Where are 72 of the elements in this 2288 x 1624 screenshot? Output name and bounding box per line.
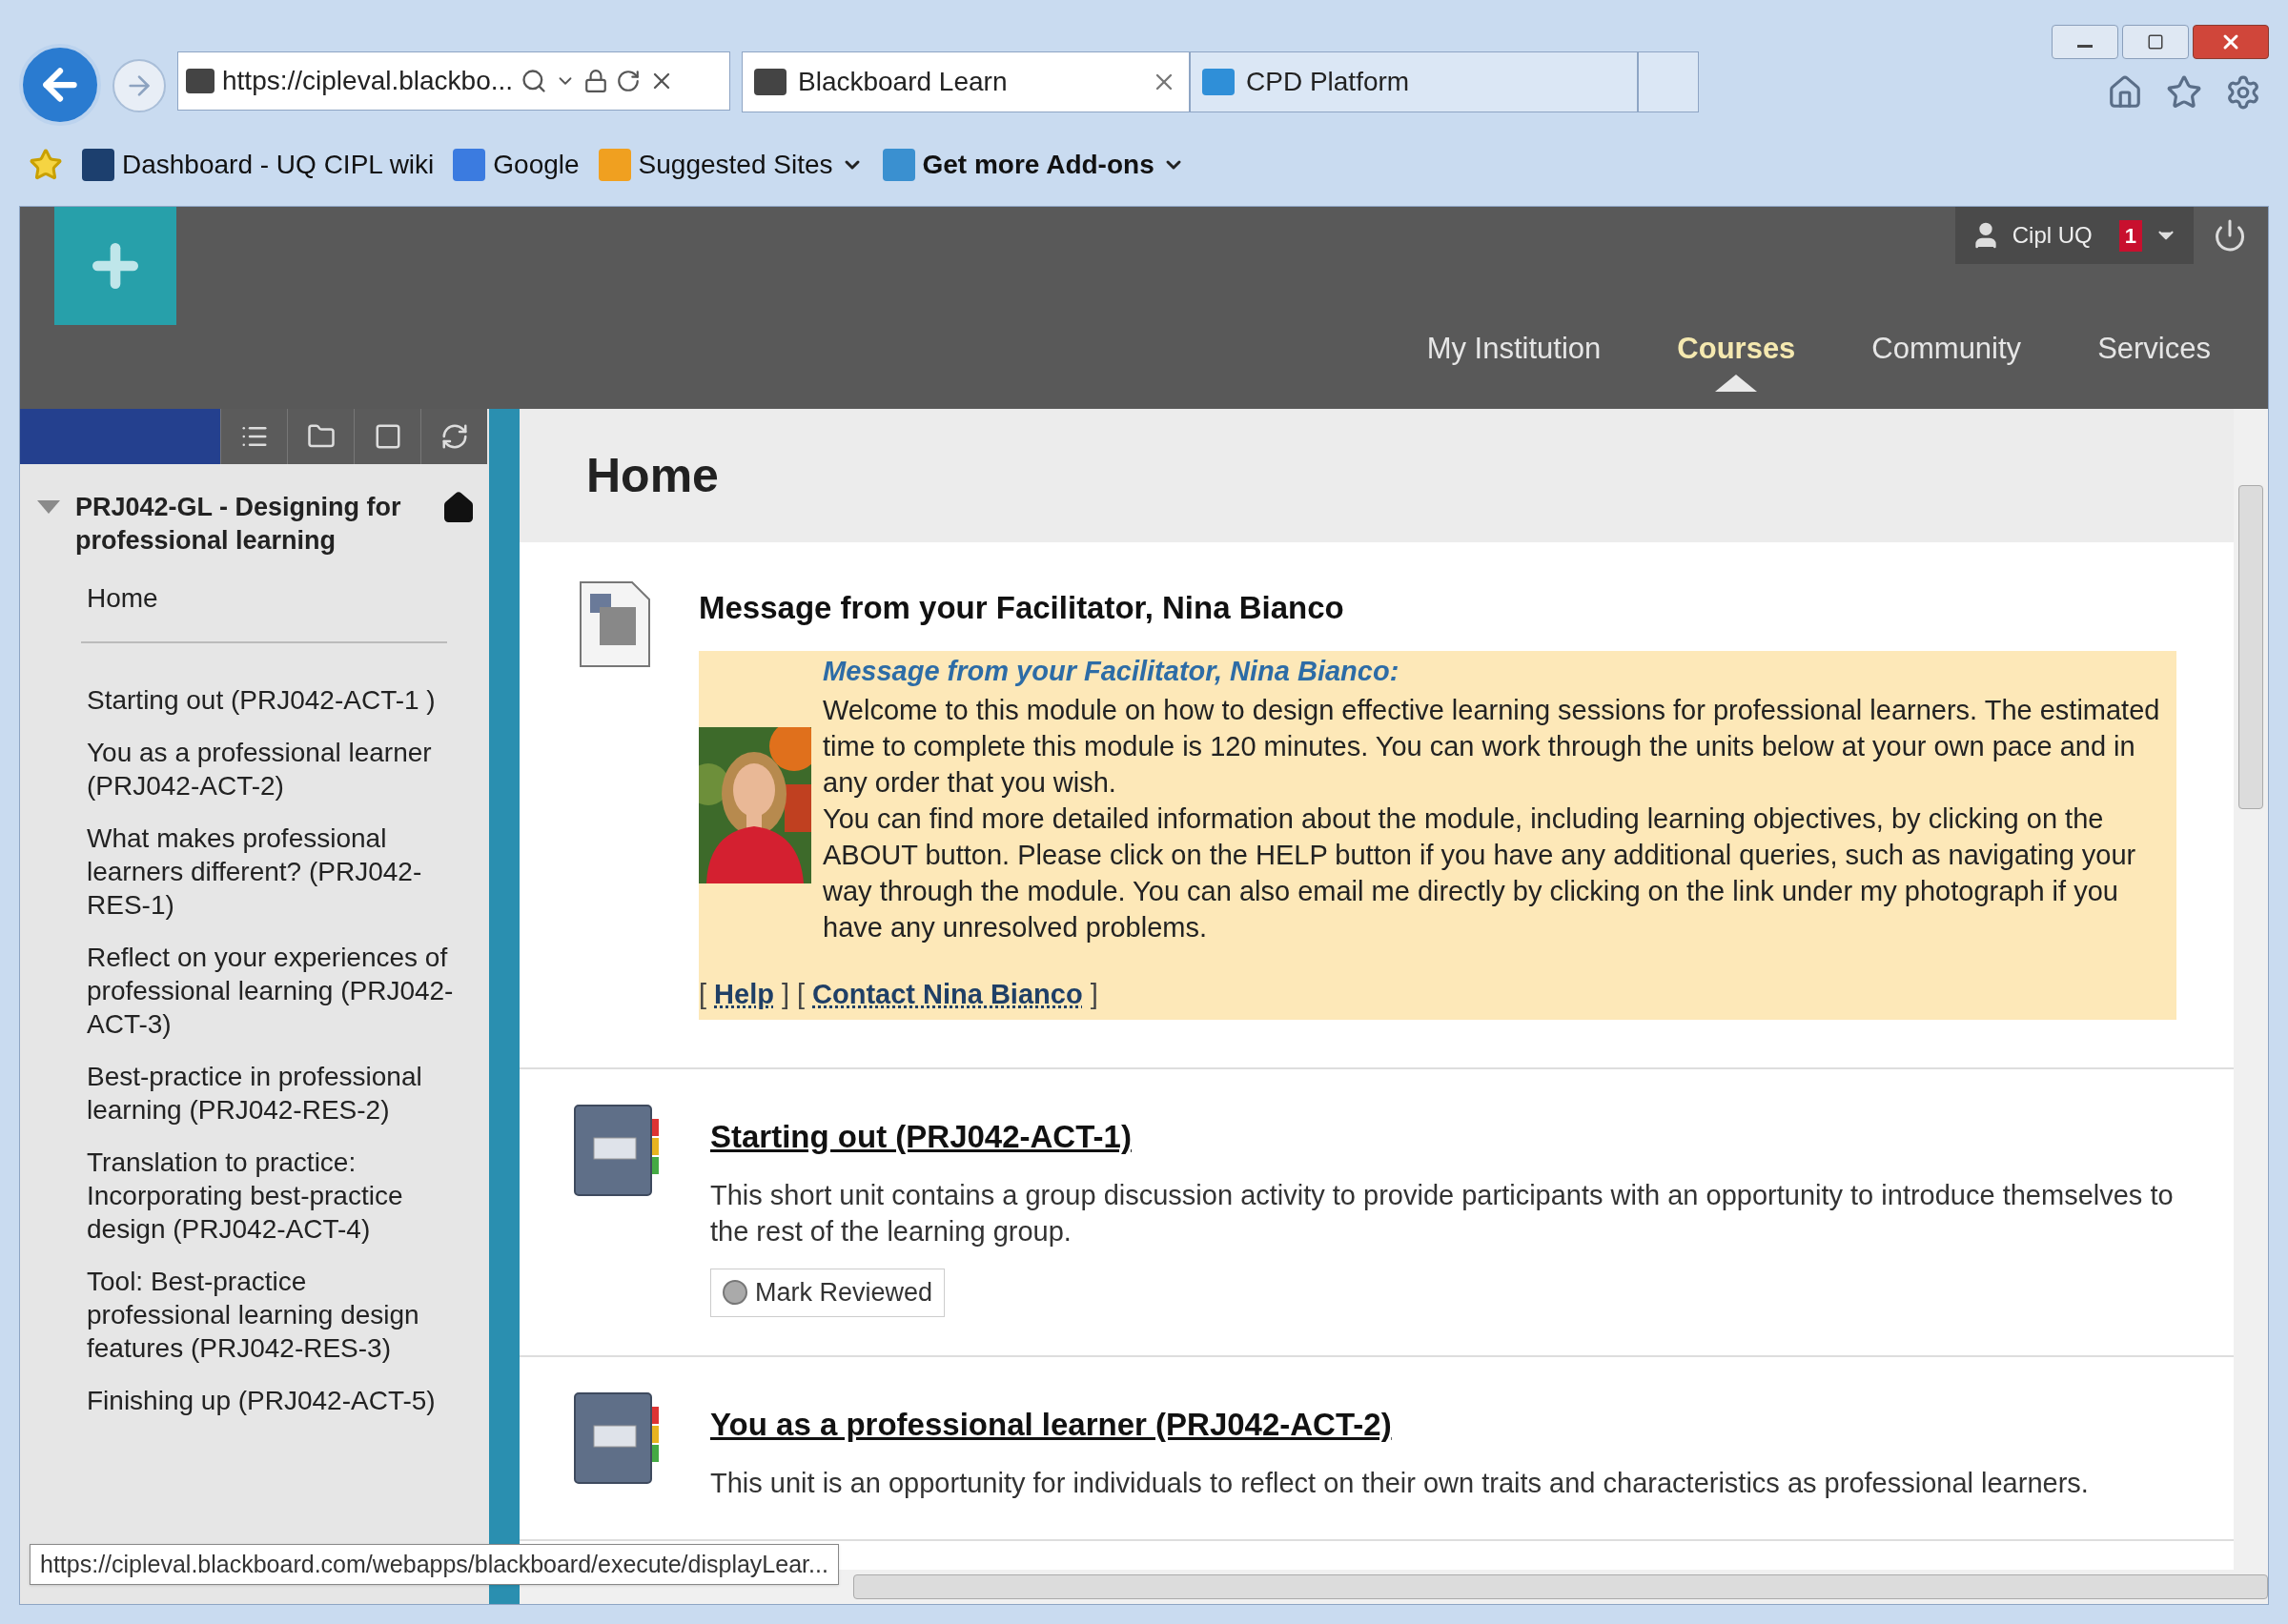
notification-count: 1 — [2118, 219, 2142, 252]
menu-link[interactable]: Home — [87, 579, 158, 619]
scrollbar-thumb[interactable] — [2238, 485, 2263, 809]
minimize-icon — [2077, 44, 2093, 48]
unit-description: This unit is an opportunity for individuals to reflect on their own traits and characteristics as professional learners. — [710, 1467, 2090, 1500]
address-bar[interactable]: https://cipleval.blackbo... — [177, 51, 730, 111]
menu-toolbar-button[interactable] — [420, 409, 487, 464]
menu-link[interactable]: Reflect on your experiences of professional learning (PRJ042-ACT-3) — [87, 941, 454, 1041]
tab-title: CPD Platform — [1246, 66, 1411, 98]
unit-link[interactable]: You as a professional learner (PRJ042-ACT-2) — [710, 1400, 1392, 1448]
vertical-scrollbar[interactable] — [2234, 409, 2268, 1570]
nav-tab[interactable]: My Institution — [1426, 327, 1602, 372]
selected-pointer — [1715, 375, 1758, 392]
status-url-tooltip: https://cipleval.blackboard.com/webapps/blackboard/execute/displayLear... — [30, 1543, 839, 1585]
page-title: Home — [586, 447, 719, 504]
favorites-link[interactable]: Dashboard - UQ CIPL wiki — [82, 145, 435, 185]
browser-tab[interactable]: CPD Platform — [1190, 51, 1638, 112]
unit-description: This short unit contains a group discussion activity to provide participants with an opportunity to introduce themselves to the rest of the learning group. — [710, 1179, 2175, 1248]
menu-link[interactable]: Translation to practice: Incorporating best-practice design (PRJ042-ACT-4) — [87, 1146, 454, 1246]
favorites-link[interactable]: Google — [453, 145, 580, 185]
menu-link[interactable]: Tool: Best-practice professional learning design features (PRJ042-RES-3) — [87, 1265, 454, 1365]
course-title[interactable]: PRJ042-GL - Designing for professional learning — [75, 491, 426, 558]
menu-link[interactable]: Starting out (PRJ042-ACT-1 ) — [87, 683, 454, 717]
scrollbar-thumb[interactable] — [853, 1574, 2268, 1599]
address-text: https://cipleval.blackbo... — [222, 65, 514, 97]
message-heading: Message from your Facilitator, Nina Bianco: — [823, 654, 1400, 688]
message-paragraph: Welcome to this module on how to design effective learning sessions for professional learners. The estimated time to complete this module is 120 minutes. You can work through the units below at your own pace and in any order that you wish. — [823, 694, 2161, 800]
collapse-arrow-icon[interactable] — [37, 500, 60, 514]
favorites-link[interactable]: Suggested Sites — [598, 145, 864, 185]
bookmark-icon — [82, 149, 114, 181]
maximize-icon — [2147, 33, 2164, 51]
browser-tab[interactable]: Blackboard Learn — [742, 51, 1190, 112]
home-icon[interactable] — [441, 491, 476, 525]
search-icon[interactable] — [521, 68, 548, 94]
favorites-link[interactable]: Get more Add-ons — [882, 145, 1185, 185]
tab-icon — [754, 69, 786, 95]
tab-title: Blackboard Learn — [798, 66, 1009, 98]
menu-link[interactable]: Best-practice in professional learning (PRJ042-RES-2) — [87, 1060, 454, 1127]
menu-link[interactable]: Finishing up (PRJ042-ACT-5) — [87, 1384, 454, 1417]
favorites-star-icon[interactable] — [29, 148, 63, 182]
document-icon — [579, 580, 651, 668]
message-link[interactable]: Contact Nina Bianco — [812, 974, 1083, 1016]
nav-tab[interactable]: Courses — [1677, 327, 1796, 372]
close-button[interactable] — [2193, 25, 2269, 59]
site-icon — [186, 69, 214, 93]
user-menu[interactable]: Cipl UQ 1 — [1954, 207, 2194, 264]
favorites-icon[interactable] — [2166, 74, 2202, 111]
menu-link[interactable]: What makes professional learners different? (PRJ042-RES-1) — [87, 822, 454, 922]
bookmark-icon — [882, 149, 915, 181]
nav-tab[interactable]: Services — [2097, 327, 2211, 372]
maximize-button[interactable] — [2122, 25, 2189, 59]
menu-link[interactable]: You as a professional learner (PRJ042-ACT-2) — [87, 736, 454, 802]
settings-icon[interactable] — [2225, 74, 2261, 111]
nav-tab[interactable]: Community — [1871, 327, 2022, 372]
message-link[interactable]: Help — [714, 974, 774, 1016]
power-icon — [2213, 218, 2247, 253]
bracket: [ — [699, 978, 707, 1011]
menu-toolbar-button[interactable] — [220, 409, 287, 464]
menu-toolbar-button[interactable] — [287, 409, 354, 464]
menu-toolbar-button[interactable] — [354, 409, 420, 464]
message-paragraph: You can find more detailed information about the module, including learning objectives, by clicking on the ABOUT button. Please click on the HELP button if you have any additional queries, such as navigating your way through the module. You can also email me directly by clicking on the link under my photograph if you have any unresolved problems. — [823, 802, 2137, 944]
refresh-icon[interactable] — [616, 69, 642, 93]
bracket: ] — [781, 978, 789, 1011]
bookmark-icon — [453, 149, 486, 181]
lock-icon — [583, 69, 609, 93]
bracket: [ — [796, 978, 806, 1011]
bracket: ] — [1090, 978, 1098, 1011]
tab-icon — [1202, 69, 1235, 95]
item-title: Message from your Facilitator, Nina Bianco — [699, 589, 1345, 627]
unit-link[interactable]: Starting out (PRJ042-ACT-1) — [710, 1112, 1132, 1160]
bookmark-icon — [598, 149, 631, 181]
mark-reviewed-button[interactable]: Mark Reviewed — [710, 1269, 946, 1317]
